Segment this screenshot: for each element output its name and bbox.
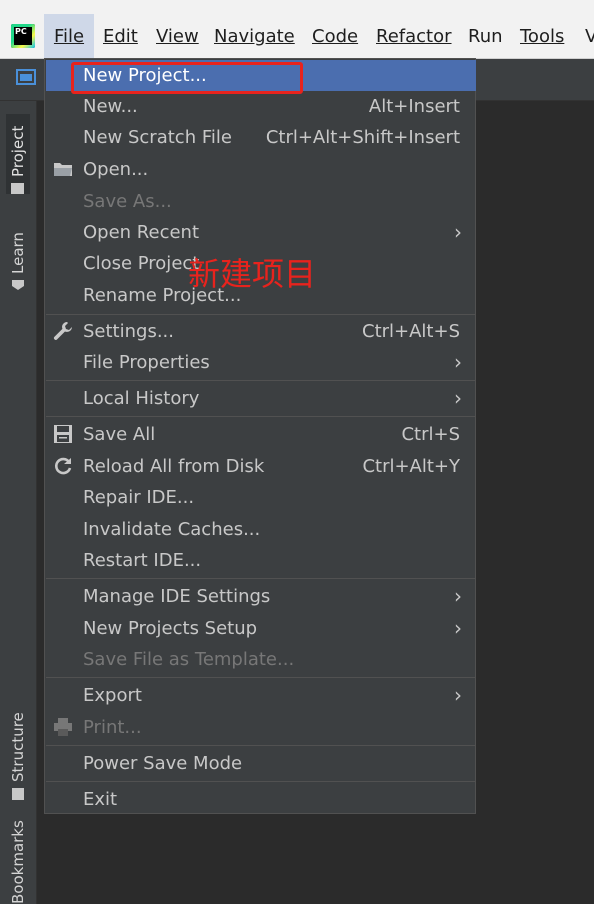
menu-edit[interactable]: Edit: [103, 14, 138, 58]
separator: [46, 781, 476, 782]
menu-item-open[interactable]: Open...: [46, 154, 476, 185]
menu-vcs[interactable]: V: [585, 14, 594, 58]
tab-structure[interactable]: Structure: [6, 700, 30, 800]
annotation-label: 新建项目: [188, 255, 317, 293]
menu-item-invalidate-caches[interactable]: Invalidate Caches...: [46, 514, 476, 545]
printer-icon: [53, 717, 73, 737]
tab-structure-label: Structure: [9, 712, 27, 782]
folder-icon: [11, 183, 25, 194]
menu-item-print[interactable]: Print...: [46, 712, 476, 743]
chevron-right-icon: ›: [454, 386, 462, 410]
annotation-highlight-box: [71, 62, 303, 94]
menu-item-local-history[interactable]: Local History ›: [46, 383, 476, 414]
separator: [46, 578, 476, 579]
pycharm-logo-icon[interactable]: PC: [11, 24, 35, 48]
separator: [46, 745, 476, 746]
menu-item-power-save-mode[interactable]: Power Save Mode: [46, 748, 476, 779]
menu-item-export[interactable]: Export ›: [46, 680, 476, 711]
menu-refactor[interactable]: Refactor: [376, 14, 452, 58]
tab-bookmarks-label: Bookmarks: [9, 820, 27, 904]
separator: [46, 380, 476, 381]
tab-learn-label: Learn: [9, 232, 27, 274]
menu-item-save-all[interactable]: Save All Ctrl+S: [46, 419, 476, 450]
menu-code[interactable]: Code: [312, 14, 358, 58]
menu-item-save-file-as-template[interactable]: Save File as Template...: [46, 644, 476, 675]
menu-item-manage-ide-settings[interactable]: Manage IDE Settings ›: [46, 581, 476, 612]
chevron-right-icon: ›: [454, 220, 462, 244]
menu-file[interactable]: File: [44, 14, 94, 58]
tab-project-label: Project: [9, 125, 27, 177]
menu-item-settings[interactable]: Settings... Ctrl+Alt+S: [46, 316, 476, 347]
save-icon: [53, 424, 73, 444]
chevron-right-icon: ›: [454, 584, 462, 608]
menu-item-exit[interactable]: Exit: [46, 784, 476, 815]
menu-item-restart-ide[interactable]: Restart IDE...: [46, 545, 476, 576]
logo-text: PC: [14, 27, 32, 45]
main-menu-bar: PC File Edit View Navigate Code Refactor…: [0, 0, 594, 59]
menu-item-reload-all[interactable]: Reload All from Disk Ctrl+Alt+Y: [46, 451, 476, 482]
menu-tools[interactable]: Tools: [520, 14, 564, 58]
menu-item-open-recent[interactable]: Open Recent ›: [46, 217, 476, 248]
menu-item-new-projects-setup[interactable]: New Projects Setup ›: [46, 613, 476, 644]
tab-learn[interactable]: Learn: [6, 218, 30, 290]
menu-item-new-scratch-file[interactable]: New Scratch File Ctrl+Alt+Shift+Insert: [46, 122, 476, 153]
chevron-right-icon: ›: [454, 616, 462, 640]
separator: [46, 416, 476, 417]
menu-item-repair-ide[interactable]: Repair IDE...: [46, 482, 476, 513]
file-menu-dropdown: New Project... New... Alt+Insert New Scr…: [44, 58, 476, 814]
structure-icon: [12, 788, 24, 800]
window-layout-icon[interactable]: [16, 69, 36, 85]
menu-navigate[interactable]: Navigate: [214, 14, 295, 58]
chevron-right-icon: ›: [454, 350, 462, 374]
menu-view[interactable]: View: [156, 14, 199, 58]
wrench-icon: [53, 321, 73, 341]
folder-icon: [53, 159, 73, 179]
tab-project[interactable]: Project: [6, 114, 30, 194]
separator: [46, 314, 476, 315]
menu-run[interactable]: Run: [468, 14, 503, 58]
reload-icon: [53, 456, 73, 476]
chevron-right-icon: ›: [454, 683, 462, 707]
menu-item-file-properties[interactable]: File Properties ›: [46, 347, 476, 378]
menu-item-save-as[interactable]: Save As...: [46, 186, 476, 217]
menu-item-new[interactable]: New... Alt+Insert: [46, 91, 476, 122]
separator: [46, 677, 476, 678]
tab-bookmarks[interactable]: Bookmarks: [6, 820, 30, 904]
learn-icon: [12, 280, 24, 290]
